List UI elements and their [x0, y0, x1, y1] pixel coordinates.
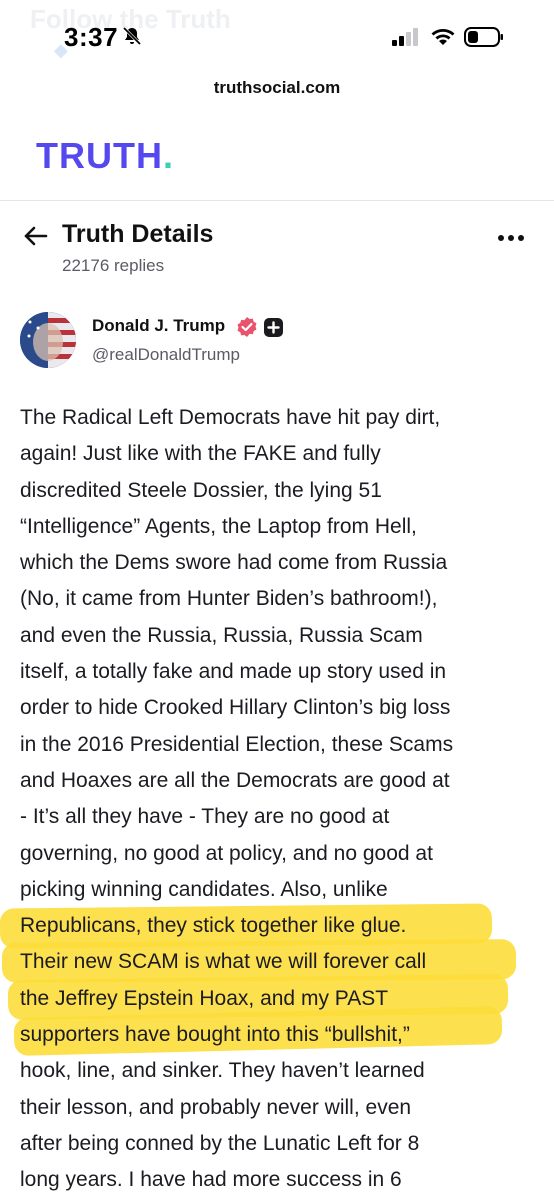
wifi-icon [431, 29, 455, 45]
post-line: in the 2016 Presidential Election, these… [20, 732, 454, 756]
more-options-icon[interactable] [496, 226, 526, 250]
avatar-image [20, 312, 76, 368]
post-line: “Intelligence” Agents, the Laptop from H… [20, 514, 417, 538]
author-name[interactable]: Donald J. Trump [92, 316, 225, 336]
plus-badge-icon [264, 318, 283, 337]
battery-icon [464, 27, 503, 47]
post-line: itself, a totally fake and made up story… [20, 660, 447, 684]
verified-badge-icon [237, 317, 257, 337]
post-line: - It’s all they have - They are no good … [20, 805, 390, 829]
post-line: discredited Steele Dossier, the lying 51 [20, 478, 382, 502]
status-time: 3:37 [64, 22, 119, 52]
post-body: The Radical Left Democrats have hit pay … [20, 400, 540, 1199]
post-line: order to hide Crooked Hillary Clinton’s … [20, 696, 451, 720]
post-line: long years. I have had more success in 6 [20, 1168, 402, 1192]
post-line: which the Dems swore had come from Russi… [20, 551, 448, 575]
status-bar: Follow the Truth ◆ 3:37 truthsocial.com [0, 0, 554, 97]
post-line: governing, no good at policy, and no goo… [20, 841, 433, 865]
cellular-signal-icon [392, 28, 418, 46]
post-line: and even the Russia, Russia, Russia Scam [20, 623, 423, 647]
logo-text: TRUTH [36, 135, 163, 176]
address-bar-url[interactable]: truthsocial.com [0, 78, 554, 98]
back-arrow-icon[interactable] [22, 222, 50, 250]
post-line: hook, line, and sinker. They haven’t lea… [20, 1059, 425, 1083]
author-avatar[interactable] [20, 312, 76, 368]
post-line: after being conned by the Lunatic Left f… [20, 1131, 420, 1155]
author-handle[interactable]: @realDonaldTrump [92, 345, 240, 365]
replies-count: 22176 replies [62, 256, 165, 275]
post-line: The Radical Left Democrats have hit pay … [20, 406, 441, 429]
page-title: Truth Details [62, 220, 214, 248]
post-line: (No, it came from Hunter Biden’s bathroo… [20, 587, 438, 611]
post-line: again! Just like with the FAKE and fully [20, 442, 381, 466]
bell-off-icon [122, 26, 142, 46]
logo-dot: . [162, 135, 174, 176]
post-line: their lesson, and probably never will, e… [20, 1095, 412, 1119]
post-line: and Hoaxes are all the Democrats are goo… [20, 768, 450, 792]
post-line: the Jeffrey Epstein Hoax, and my PAST [20, 986, 389, 1010]
post-line: Republicans, they stick together like gl… [20, 914, 407, 938]
post-line: Their new SCAM is what we will forever c… [20, 950, 427, 974]
post-line: supporters have bought into this “bullsh… [20, 1023, 410, 1047]
post-line: picking winning candidates. Also, unlike [20, 877, 388, 901]
truth-logo[interactable]: TRUTH. [36, 135, 174, 177]
